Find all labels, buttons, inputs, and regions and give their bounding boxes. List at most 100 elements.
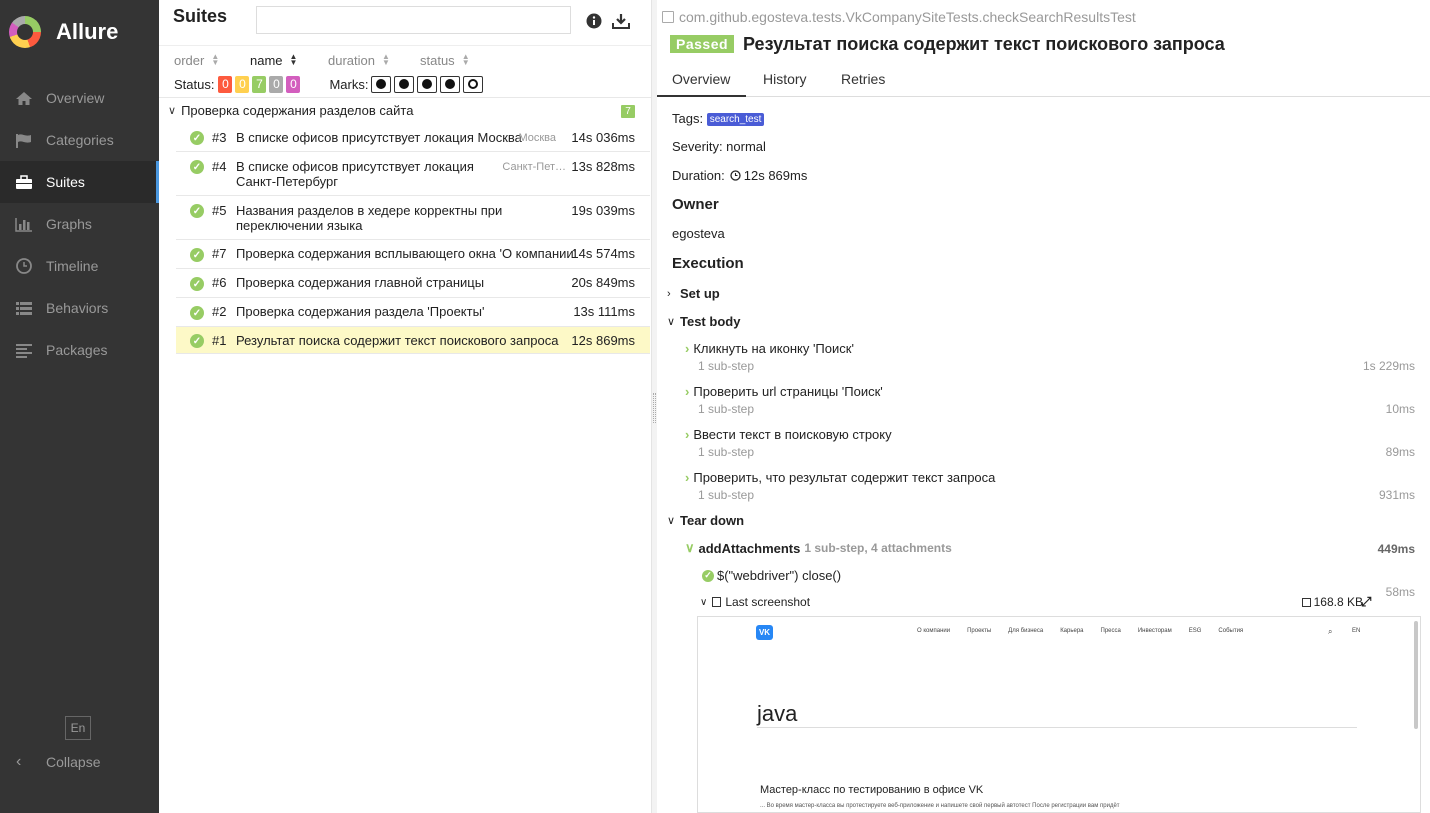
- step[interactable]: › Ввести текст в поисковую строку 1 sub-s…: [685, 427, 1415, 459]
- test-name: Результат поиска содержит текст поисково…: [236, 333, 559, 348]
- sidebar-item-categories[interactable]: Categories: [0, 119, 159, 161]
- image-file-icon: [712, 597, 722, 607]
- test-duration: 19s 039ms: [571, 203, 635, 218]
- download-icon[interactable]: [612, 12, 630, 30]
- test-number: #5: [212, 203, 227, 218]
- test-parameter: Москва: [518, 132, 556, 144]
- sort-duration[interactable]: duration ▲ ▼: [328, 53, 420, 68]
- test-row[interactable]: ✓ #5 Названия разделов в хедере корректн…: [176, 196, 650, 240]
- detail-tabs: Overview History Retries: [657, 64, 1430, 97]
- marks-filter-label: Marks:: [329, 76, 369, 92]
- sort-name[interactable]: name ▲ ▼: [250, 53, 328, 68]
- language-switcher[interactable]: En: [65, 716, 91, 740]
- chevron-down-icon: ∨: [685, 540, 695, 555]
- test-number: #7: [212, 246, 227, 261]
- sort-order[interactable]: order ▲ ▼: [174, 53, 250, 68]
- test-number: #6: [212, 275, 227, 290]
- new-passed-mark-icon[interactable]: [417, 75, 438, 93]
- vk-logo-icon: VK: [756, 625, 773, 640]
- test-name: Названия разделов в хедере корректны при…: [236, 203, 503, 233]
- passed-check-icon: ✓: [190, 204, 204, 218]
- retries-mark-icon[interactable]: [463, 75, 484, 93]
- test-full-name[interactable]: com.github.egosteva.tests.VkCompanySiteT…: [662, 9, 1136, 25]
- sort-bar: order ▲ ▼ name ▲ ▼ duration ▲ ▼ status ▲ ▼: [159, 48, 651, 72]
- sort-arrows-icon: ▲ ▼: [461, 52, 470, 67]
- suite-group-count: 7: [621, 105, 635, 118]
- brand[interactable]: Allure: [0, 0, 159, 64]
- chevron-down-icon: ∨: [667, 316, 676, 328]
- sidebar-item-label: Timeline: [46, 258, 99, 274]
- teardown-section[interactable]: ∨ Tear down: [667, 513, 744, 528]
- sidebar-item-packages[interactable]: Packages: [0, 329, 159, 371]
- tab-history[interactable]: History: [748, 64, 822, 97]
- new-broken-mark-icon[interactable]: [440, 75, 461, 93]
- collapse-button[interactable]: ‹ Collapse: [0, 748, 159, 776]
- expand-icon[interactable]: ⤢: [1361, 594, 1371, 610]
- filter-bar: Status: 0 0 7 0 0 Marks:: [159, 72, 651, 96]
- sidebar-item-behaviors[interactable]: Behaviors: [0, 287, 159, 329]
- status-filter-broken[interactable]: 0: [235, 75, 250, 93]
- attachments-step[interactable]: ∨ addAttachments 1 sub-step, 4 attachmen…: [685, 540, 1415, 556]
- search-icon: ⌕: [1328, 627, 1333, 636]
- sidebar-item-timeline[interactable]: Timeline: [0, 245, 159, 287]
- status-filter-passed[interactable]: 7: [252, 75, 267, 93]
- sidebar-item-overview[interactable]: Overview: [0, 77, 159, 119]
- test-name: В списке офисов присутствует локация Сан…: [236, 159, 474, 189]
- step-duration: 89ms: [1385, 445, 1415, 459]
- attachment-row[interactable]: ∨ Last screenshot 168.8 KB: [700, 595, 1370, 609]
- test-row[interactable]: ✓ #7 Проверка содержания всплывающего ок…: [176, 240, 650, 269]
- status-filter-unknown[interactable]: 0: [286, 75, 301, 93]
- chevron-down-icon: ∨: [667, 515, 676, 527]
- chevron-down-icon: ∨: [700, 596, 708, 608]
- test-row-selected[interactable]: ✓ #1 Результат поиска содержит текст пои…: [176, 327, 650, 354]
- passed-check-icon: ✓: [190, 306, 204, 320]
- test-parameter: Санкт-Пет…: [502, 161, 566, 173]
- test-row[interactable]: ✓ #6 Проверка содержания главной страниц…: [176, 269, 650, 298]
- scrollbar[interactable]: [1414, 621, 1418, 729]
- save-icon[interactable]: [1301, 597, 1311, 607]
- step[interactable]: › Проверить, что результат содержит текст…: [685, 470, 1415, 502]
- suites-header: Suites: [159, 0, 651, 46]
- test-row[interactable]: ✓ #4 В списке офисов присутствует локаци…: [176, 152, 650, 196]
- align-left-icon: [14, 342, 34, 358]
- tags-row: Tags: search_test: [672, 111, 765, 126]
- screenshot-nav: О компании Проекты Для бизнеса Карьера П…: [917, 628, 1244, 634]
- info-icon[interactable]: [585, 12, 603, 30]
- passed-check-icon: ✓: [190, 334, 204, 348]
- test-body-section[interactable]: ∨ Test body: [667, 314, 740, 329]
- suite-group[interactable]: ∨ Проверка содержания разделов сайта 7: [159, 97, 651, 123]
- step-duration: 58ms: [1385, 585, 1415, 599]
- step-duration: 449ms: [1377, 542, 1415, 556]
- sidebar-item-label: Behaviors: [46, 300, 109, 316]
- allure-logo-icon: [9, 16, 41, 48]
- step[interactable]: › Кликнуть на иконку 'Поиск' 1 sub-step 1…: [685, 341, 1415, 373]
- test-detail-pane: com.github.egosteva.tests.VkCompanySiteT…: [657, 0, 1430, 813]
- flaky-mark-icon[interactable]: [371, 75, 392, 93]
- tab-retries[interactable]: Retries: [826, 64, 900, 97]
- sidebar: Allure Overview Categories Suites Graphs: [0, 0, 159, 813]
- search-input[interactable]: [256, 6, 571, 34]
- copy-icon[interactable]: [662, 11, 674, 23]
- step[interactable]: › Проверить url страницы 'Поиск' 1 sub-st…: [685, 384, 1415, 416]
- setup-section[interactable]: › Set up: [667, 286, 720, 301]
- step-duration: 10ms: [1385, 402, 1415, 416]
- owner-value: egosteva: [672, 226, 725, 241]
- test-row[interactable]: ✓ #3 В списке офисов присутствует локаци…: [176, 123, 650, 152]
- chevron-right-icon: ›: [667, 287, 671, 300]
- step-duration: 931ms: [1378, 488, 1415, 502]
- status-filter-failed[interactable]: 0: [218, 75, 233, 93]
- sidebar-item-suites[interactable]: Suites: [0, 161, 159, 203]
- test-row[interactable]: ✓ #2 Проверка содержания раздела 'Проект…: [176, 298, 650, 327]
- flag-icon: [14, 132, 34, 148]
- tab-overview[interactable]: Overview: [657, 64, 746, 97]
- app-name: Allure: [56, 19, 119, 44]
- sidebar-item-graphs[interactable]: Graphs: [0, 203, 159, 245]
- home-icon: [14, 90, 34, 106]
- chevron-right-icon: ›: [685, 341, 690, 356]
- passed-check-icon: ✓: [190, 248, 204, 262]
- sort-status[interactable]: status ▲ ▼: [420, 53, 470, 68]
- tag-badge[interactable]: search_test: [706, 113, 765, 126]
- close-step[interactable]: ✓ $("webdriver") close() 58ms: [702, 568, 1415, 599]
- status-filter-skipped[interactable]: 0: [269, 75, 284, 93]
- new-failed-mark-icon[interactable]: [394, 75, 415, 93]
